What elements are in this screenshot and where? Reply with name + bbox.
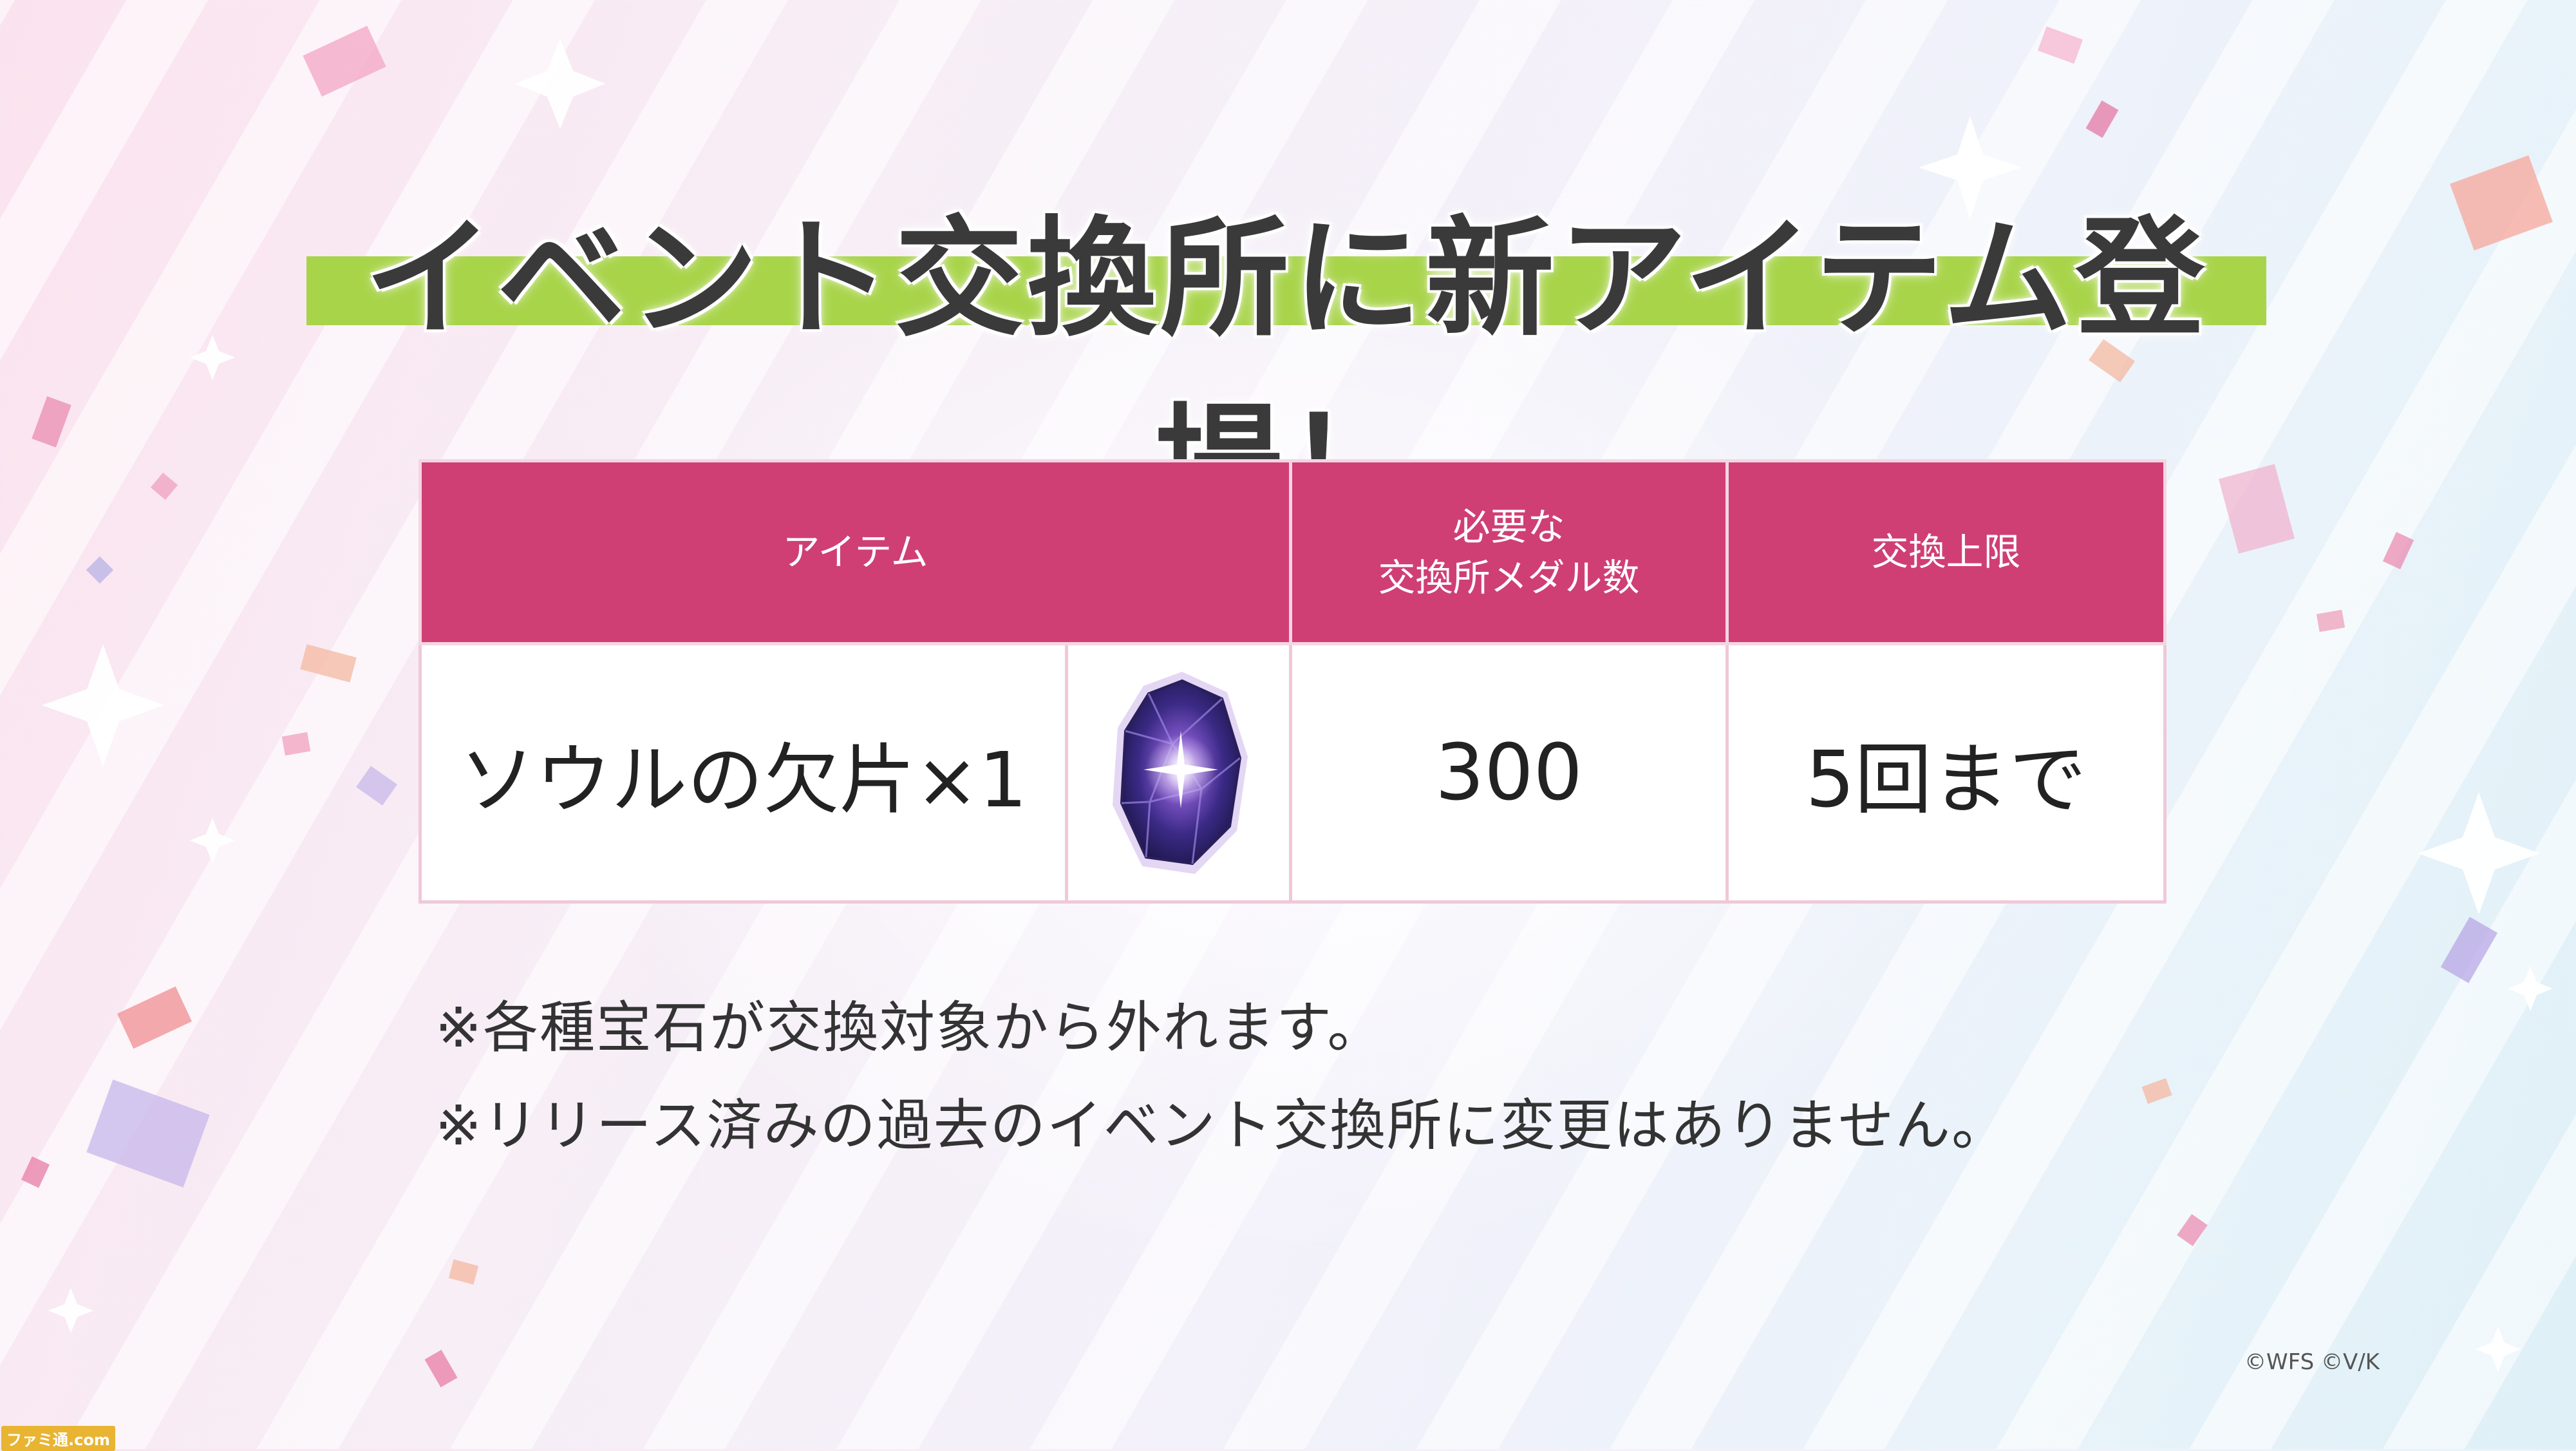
header-required-medals-line2: 交換所メダル数 [1378, 555, 1640, 600]
site-watermark: ファミ通.com [1, 1426, 115, 1451]
note-past-events-unchanged: ※リリース済みの過去のイベント交換所に変更はありません。 [435, 1094, 2009, 1158]
exchange-table: アイテム 必要な 交換所メダル数 交換上限 ソウルの欠片×1 300 5回まで [418, 459, 2167, 904]
required-medals-cell: 300 [1289, 642, 1729, 904]
item-name-cell: ソウルの欠片×1 [418, 642, 1068, 904]
item-icon-cell [1064, 642, 1293, 904]
table-row: ソウルの欠片×1 300 5回まで [418, 642, 2167, 904]
header-required-medals: 必要な 交換所メダル数 [1289, 459, 1729, 645]
table-header-row: アイテム 必要な 交換所メダル数 交換上限 [418, 459, 2167, 645]
header-exchange-limit: 交換上限 [1725, 459, 2167, 645]
exchange-limit-cell: 5回まで [1725, 642, 2167, 904]
header-item: アイテム [418, 459, 1293, 645]
note-gems-excluded: ※各種宝石が交換対象から外れます。 [435, 996, 1384, 1060]
header-required-medals-line1: 必要な [1453, 505, 1565, 549]
purple-gem-icon [1112, 672, 1248, 874]
title-banner: イベント交換所に新アイテム登場！ [306, 155, 2266, 541]
copyright-text: ©WFS ©V/K [2244, 1349, 2380, 1375]
